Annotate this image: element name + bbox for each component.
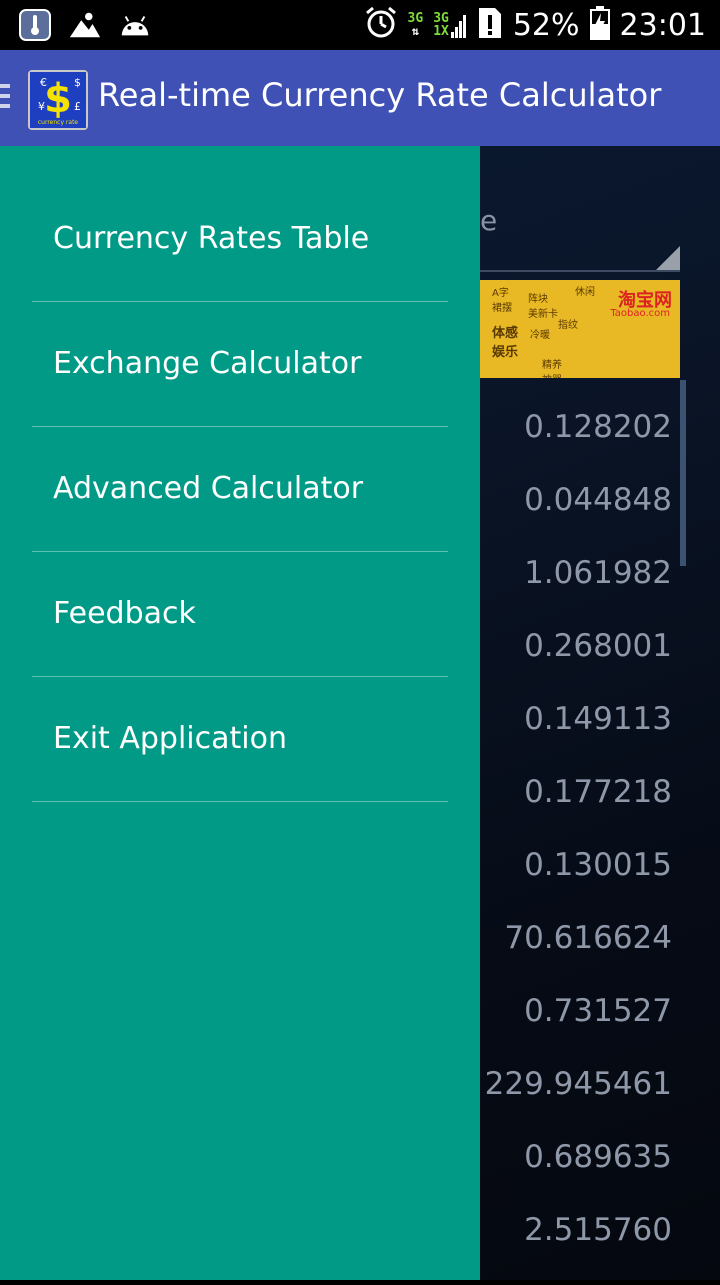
spinner-dropdown-icon[interactable]: [656, 246, 680, 270]
thermometer-icon: [18, 8, 52, 42]
ad-logo-sub: Taobao.com: [610, 308, 670, 319]
menu-item-label: Exchange Calculator: [53, 346, 362, 381]
rate-value: 2.515760: [524, 1212, 672, 1248]
weather-icon: [68, 8, 102, 42]
svg-text:currency rate: currency rate: [38, 119, 79, 126]
rate-value: 70.616624: [504, 920, 672, 956]
menu-item-label: Feedback: [53, 596, 196, 631]
menu-item-exit-application[interactable]: Exit Application: [32, 677, 448, 802]
menu-item-label: Exit Application: [53, 721, 287, 756]
rates-list: 0.128202 0.044848 1.061982 0.268001 0.14…: [480, 372, 672, 1248]
rate-value: 0.130015: [524, 847, 672, 883]
svg-text:€: €: [40, 76, 47, 89]
svg-text:£: £: [74, 100, 81, 113]
svg-text:$: $: [44, 76, 72, 122]
rate-value: 229.945461: [484, 1066, 672, 1102]
drawer-toggle-icon[interactable]: [0, 84, 10, 112]
network-3g-indicator: 3G ⇅: [407, 11, 424, 38]
drawer-menu: Currency Rates Table Exchange Calculator…: [32, 177, 448, 802]
battery-percent: 52%: [512, 7, 580, 43]
rate-value: 0.689635: [524, 1139, 672, 1175]
menu-item-label: Currency Rates Table: [53, 221, 370, 256]
android-icon: [118, 8, 152, 42]
rate-value: 0.128202: [524, 409, 672, 445]
svg-text:¥: ¥: [38, 100, 45, 113]
notification-icons: [18, 8, 152, 42]
alarm-icon: [364, 6, 398, 44]
rate-value: 0.044848: [524, 482, 672, 518]
rate-value: 0.731527: [524, 993, 672, 1029]
menu-item-advanced-calculator[interactable]: Advanced Calculator: [32, 427, 448, 552]
menu-item-label: Advanced Calculator: [53, 471, 364, 506]
sim-alert-icon: [477, 6, 503, 44]
menu-item-feedback[interactable]: Feedback: [32, 552, 448, 677]
spinner-underline: [480, 270, 680, 272]
scrollbar[interactable]: [680, 380, 686, 566]
clock: 23:01: [619, 7, 706, 43]
battery-charging-icon: [589, 6, 610, 44]
rate-value: 0.177218: [524, 774, 672, 810]
system-icons: 3G ⇅ 3G 1X 52% 23:01: [364, 4, 706, 46]
status-bar: 3G ⇅ 3G 1X 52% 23:01: [0, 0, 720, 50]
action-bar: $ € $ ¥ £ currency rate Real-time Curren…: [0, 50, 720, 146]
rate-value: 0.268001: [524, 628, 672, 664]
menu-item-currency-rates-table[interactable]: Currency Rates Table: [32, 177, 448, 302]
app-title: Real-time Currency Rate Calculator: [98, 76, 662, 114]
ad-banner[interactable]: A字裙摆 阵块美新卡 休闲 体感娱乐 冷暖 指纹 精养神器 淘宝网 Taobao…: [480, 280, 680, 378]
app-icon[interactable]: $ € $ ¥ £ currency rate: [28, 70, 88, 130]
svg-text:$: $: [74, 76, 81, 89]
currency-spinner-label: e: [480, 204, 498, 237]
rate-value: 0.149113: [524, 701, 672, 737]
navigation-drawer: Currency Rates Table Exchange Calculator…: [0, 146, 480, 1280]
menu-item-exchange-calculator[interactable]: Exchange Calculator: [32, 302, 448, 427]
signal-icon: 3G 1X: [433, 12, 467, 38]
rate-value: 1.061982: [524, 555, 672, 591]
